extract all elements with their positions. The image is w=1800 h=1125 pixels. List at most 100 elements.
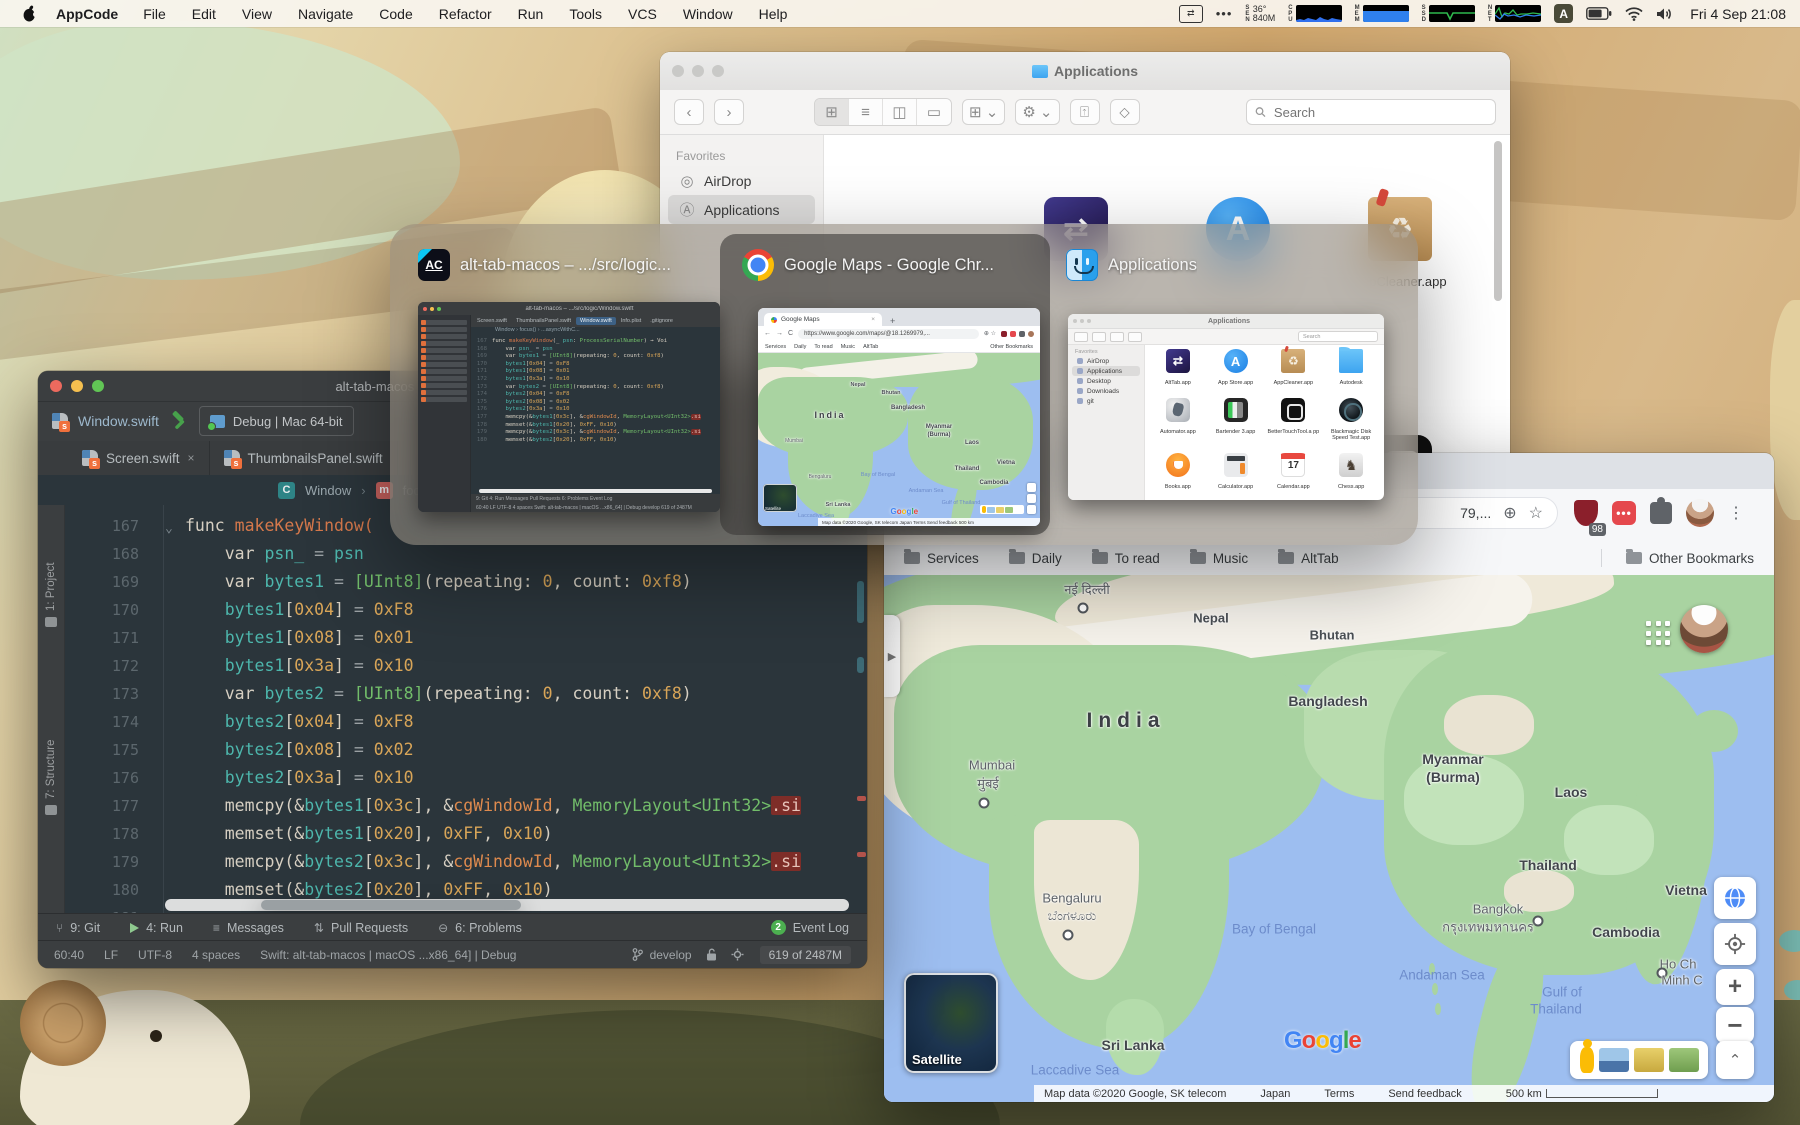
- column-view-button[interactable]: ◫: [883, 99, 917, 125]
- tag-button[interactable]: ⬦: [1109, 99, 1140, 125]
- menu-bar-clock[interactable]: Fri 4 Sep 21:08: [1690, 6, 1786, 22]
- list-view-button[interactable]: ≡: [849, 99, 883, 125]
- chrome-menu-icon[interactable]: ⋮: [1728, 503, 1744, 523]
- memory-widget[interactable]: MEM: [1355, 5, 1409, 23]
- sidebar-item-airdrop[interactable]: ◎ AirDrop: [668, 168, 815, 194]
- status-segment[interactable]: UTF-8: [138, 948, 172, 962]
- bookmark-folder-daily[interactable]: Daily: [1008, 549, 1062, 566]
- status-segment[interactable]: Swift: alt-tab-macos | macOS ...x86_64] …: [260, 948, 516, 962]
- editor-tab-screen-swift[interactable]: Screen.swift ×: [68, 441, 210, 475]
- menu-item-code[interactable]: Code: [366, 6, 425, 22]
- side-panel-handle[interactable]: ▶: [884, 615, 900, 697]
- menu-item-tools[interactable]: Tools: [556, 6, 615, 22]
- attribution-link-send-feedback[interactable]: Send feedback: [1388, 1088, 1461, 1100]
- status-segment[interactable]: 4 spaces: [192, 948, 240, 962]
- thumbnail-chrome-window[interactable]: Google Maps × + ← → C https://www.google.c…: [758, 308, 1040, 526]
- bookmark-folder-services[interactable]: Services: [904, 549, 979, 566]
- share-button[interactable]: ⍐: [1069, 99, 1100, 125]
- breadcrumb-label[interactable]: Window: [305, 483, 351, 498]
- close-tab-icon[interactable]: ×: [188, 451, 195, 465]
- bookmark-folder-music[interactable]: Music: [1189, 549, 1248, 566]
- nav-file-name[interactable]: Window.swift: [78, 413, 159, 429]
- pegman-control[interactable]: [1570, 1039, 1708, 1079]
- group-button[interactable]: ⊞ ⌄: [962, 99, 1006, 125]
- zoom-page-icon[interactable]: ⊕: [1503, 503, 1516, 523]
- thumbnail-appcode-window[interactable]: alt-tab-macos – .../src/logic/Window.swi…: [418, 302, 720, 512]
- error-stripe-mark[interactable]: [857, 796, 866, 801]
- google-maps-canvas[interactable]: नई दिल्ली Nepal Bhutan Bangladesh India Myanm…: [884, 575, 1774, 1102]
- finder-scrollbar[interactable]: [1494, 141, 1502, 301]
- satellite-toggle[interactable]: Satellite: [904, 973, 998, 1073]
- volume-icon[interactable]: [1656, 7, 1673, 21]
- menu-item-navigate[interactable]: Navigate: [285, 6, 366, 22]
- zoom-out-button[interactable]: −: [1716, 1007, 1754, 1043]
- error-stripe-mark[interactable]: [857, 852, 866, 857]
- forward-button[interactable]: ›: [714, 99, 744, 125]
- wifi-icon[interactable]: [1625, 6, 1643, 21]
- tool-button-6-problems[interactable]: ⊖ 6: Problems: [438, 921, 522, 935]
- attribution-link-terms[interactable]: Terms: [1324, 1088, 1354, 1100]
- battery-icon[interactable]: [1586, 7, 1612, 20]
- other-bookmarks-folder[interactable]: Other Bookmarks: [1625, 549, 1754, 566]
- status-segment[interactable]: LF: [104, 948, 118, 962]
- alttab-menubar-icon[interactable]: ⇄: [1178, 4, 1203, 23]
- unlock-icon[interactable]: [706, 948, 717, 961]
- google-apps-grid-icon[interactable]: [1646, 621, 1672, 647]
- sidebar-item-applications[interactable]: Ⓐ Applications: [668, 195, 815, 224]
- close-button[interactable]: [672, 65, 684, 77]
- code-editor[interactable]: 167 func makeKeyWindow(168 var psn_ = psn…: [65, 505, 867, 914]
- tool-window-project[interactable]: 1: Project: [38, 517, 64, 627]
- chrome-profile-avatar[interactable]: [1686, 499, 1714, 527]
- menu-item-vcs[interactable]: VCS: [615, 6, 670, 22]
- google-account-avatar[interactable]: [1680, 605, 1728, 653]
- extension-icon[interactable]: •••: [1612, 501, 1636, 525]
- action-gear-button[interactable]: ⚙ ⌄: [1015, 99, 1060, 125]
- tool-button-event-log[interactable]: 2 Event Log: [770, 920, 849, 935]
- run-configuration-select[interactable]: Debug | Mac 64-bit: [198, 406, 354, 436]
- switcher-item-appcode[interactable]: alt-tab-macos – .../src/logic...: [418, 248, 671, 282]
- attribution-link-japan[interactable]: Japan: [1260, 1088, 1290, 1100]
- zoom-button[interactable]: [712, 65, 724, 77]
- collapse-controls-button[interactable]: ⌃: [1716, 1041, 1754, 1079]
- horizontal-scrollbar[interactable]: [165, 899, 849, 911]
- menu-item-edit[interactable]: Edit: [179, 6, 229, 22]
- app-menu-title[interactable]: AppCode: [44, 6, 130, 22]
- tool-button-4-run[interactable]: 4: Run: [130, 921, 183, 935]
- thumbnail-finder-window[interactable]: Applications Search Favorites AirDrop App…: [1068, 314, 1384, 500]
- bookmark-star-icon[interactable]: ☆: [1529, 503, 1543, 523]
- apple-menu[interactable]: [14, 5, 44, 22]
- bookmark-folder-to-read[interactable]: To read: [1091, 549, 1160, 566]
- menu-item-refactor[interactable]: Refactor: [426, 6, 505, 22]
- cpu-widget[interactable]: CPU: [1288, 5, 1342, 23]
- memory-indicator[interactable]: 619 of 2487M: [759, 945, 851, 964]
- fold-arrow-icon[interactable]: ⌄: [165, 515, 173, 543]
- editor-scrollbar-thumb[interactable]: [857, 581, 864, 623]
- switcher-item-chrome[interactable]: Google Maps - Google Chr...: [742, 248, 994, 282]
- zoom-button[interactable]: [92, 380, 104, 392]
- close-button[interactable]: [50, 380, 62, 392]
- minimize-button[interactable]: [692, 65, 704, 77]
- menu-item-help[interactable]: Help: [746, 6, 801, 22]
- git-branch-widget[interactable]: develop: [632, 948, 692, 962]
- tool-window-structure[interactable]: 7: Structure: [38, 695, 64, 815]
- switcher-item-finder[interactable]: Applications: [1066, 248, 1197, 282]
- tool-button-pull-requests[interactable]: ⇅ Pull Requests: [314, 921, 408, 935]
- sensor-widget[interactable]: SEN 36° 840M: [1245, 4, 1275, 23]
- tool-button-9-git[interactable]: ⑂ 9: Git: [56, 921, 100, 935]
- my-location-button[interactable]: [1714, 923, 1756, 965]
- tool-button-messages[interactable]: ≡ Messages: [213, 921, 284, 935]
- gallery-view-button[interactable]: ▭: [917, 99, 951, 125]
- editor-tab-thumbnailspanel-swift[interactable]: ThumbnailsPanel.swift: [210, 441, 398, 475]
- bookmark-folder-alttab[interactable]: AltTab: [1278, 549, 1339, 566]
- globe-layers-button[interactable]: [1714, 877, 1756, 919]
- ssd-widget[interactable]: SSD: [1422, 5, 1475, 23]
- extensions-puzzle-icon[interactable]: [1650, 497, 1672, 524]
- menu-item-run[interactable]: Run: [505, 6, 557, 22]
- streetview-thumbnail[interactable]: [1598, 1048, 1629, 1072]
- back-button[interactable]: ‹: [674, 99, 704, 125]
- zoom-in-button[interactable]: +: [1716, 969, 1754, 1005]
- menu-item-view[interactable]: View: [229, 6, 285, 22]
- minimize-button[interactable]: [71, 380, 83, 392]
- network-widget[interactable]: NET: [1488, 5, 1542, 23]
- build-hammer-icon[interactable]: [169, 411, 189, 431]
